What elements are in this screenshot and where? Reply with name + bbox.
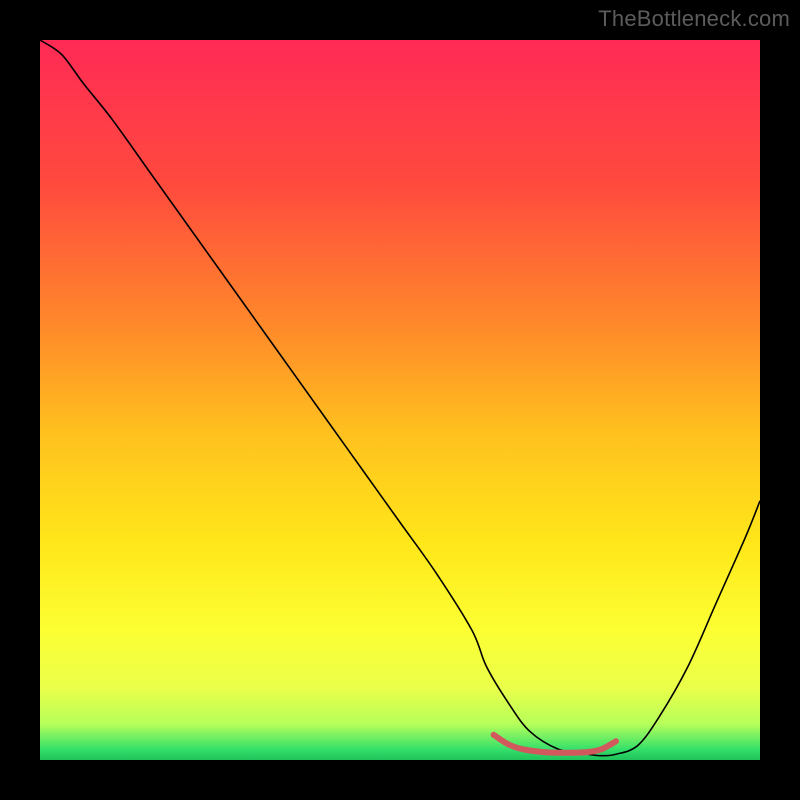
- watermark-text: TheBottleneck.com: [598, 6, 790, 32]
- chart-frame: TheBottleneck.com: [0, 0, 800, 800]
- plot-svg: [40, 40, 760, 760]
- gradient-background: [40, 40, 760, 760]
- plot-area: [40, 40, 760, 760]
